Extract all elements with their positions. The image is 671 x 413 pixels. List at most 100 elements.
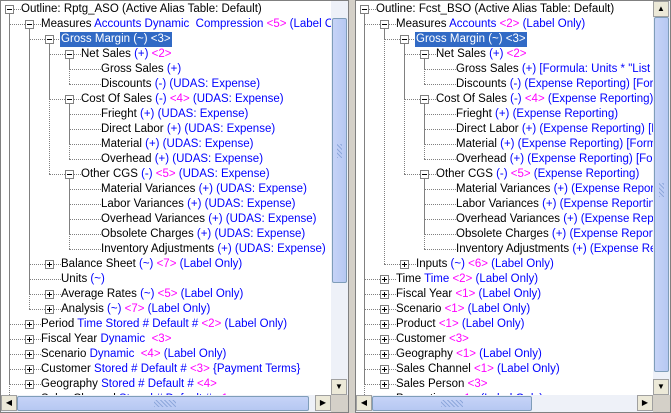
horizontal-scrollbar[interactable]: ◀ ▶ bbox=[1, 395, 331, 412]
scroll-right-button[interactable]: ▶ bbox=[637, 395, 653, 411]
expand-icon[interactable] bbox=[380, 320, 389, 329]
collapse-icon[interactable] bbox=[400, 35, 409, 44]
expand-icon[interactable] bbox=[25, 350, 34, 359]
tree-node[interactable]: Direct Labor (+) (UDAS: Expense) bbox=[1, 104, 331, 137]
scroll-down-button[interactable]: ▼ bbox=[653, 379, 669, 395]
tree-node[interactable]: Other CGS (-) <5> (Expense Reporting) bbox=[356, 44, 653, 182]
expand-icon[interactable] bbox=[380, 335, 389, 344]
node-label[interactable]: Other CGS (-) <5> (Expense Reporting) bbox=[435, 167, 640, 182]
node-label[interactable]: Customer Stored # Default # <3> {Payment… bbox=[40, 362, 301, 377]
expand-icon[interactable] bbox=[25, 320, 34, 329]
collapse-icon[interactable] bbox=[360, 5, 369, 14]
node-label[interactable]: Material Variances (+) (UDAS: Expense) bbox=[100, 182, 308, 197]
expand-icon[interactable] bbox=[380, 365, 389, 374]
node-label[interactable]: Other CGS (-) <5> (UDAS: Expense) bbox=[80, 167, 271, 182]
node-label[interactable]: Customer <3> bbox=[395, 332, 470, 347]
node-label[interactable]: Geography <1> (Label Only) bbox=[395, 347, 543, 362]
collapse-icon[interactable] bbox=[420, 170, 429, 179]
node-label[interactable]: Direct Labor (+) (UDAS: Expense) bbox=[100, 122, 276, 137]
node-label[interactable]: Material Variances (+) (Expense Reporti bbox=[455, 182, 653, 197]
node-label[interactable]: Obsolete Charges (+) (UDAS: Expense) bbox=[100, 227, 306, 242]
tree-node[interactable]: Sales Channel <1> (Label Only) bbox=[356, 14, 653, 377]
scroll-up-button[interactable]: ▲ bbox=[653, 1, 669, 17]
tree-node[interactable]: Scenario <1> (Label Only) bbox=[356, 14, 653, 317]
scroll-left-button[interactable]: ◀ bbox=[356, 395, 372, 411]
expand-icon[interactable] bbox=[45, 260, 54, 269]
scroll-thumb[interactable] bbox=[654, 17, 669, 372]
tree-node[interactable]: Labor Variances (+) (UDAS: Expense) bbox=[1, 179, 331, 212]
node-label[interactable]: Fiscal Year Dynamic <3> bbox=[40, 332, 172, 347]
tree-node[interactable]: Analysis (~) <7> (Label Only) bbox=[1, 29, 331, 317]
node-label[interactable]: Cost Of Sales (-) <4> (Expense Reporting… bbox=[435, 92, 653, 107]
node-label[interactable]: Time Time <2> (Label Only) bbox=[395, 272, 539, 287]
node-label[interactable]: Outline: Rptg_ASO (Active Alias Table: D… bbox=[20, 2, 263, 17]
tree-node[interactable]: Material (+) (UDAS: Expense) bbox=[1, 104, 331, 152]
tree-node[interactable]: Gross Margin (~) <3> bbox=[1, 29, 331, 47]
tree-node[interactable]: Obsolete Charges (+) (Expense Reportir bbox=[356, 179, 653, 242]
tree-node[interactable]: Geography Stored # Default # <4> bbox=[1, 14, 331, 392]
tree-node[interactable]: Frieght (+) (UDAS: Expense) bbox=[1, 104, 331, 122]
node-label[interactable]: Period Time Stored # Default # <2> (Labe… bbox=[40, 317, 288, 332]
tree-node[interactable]: Direct Labor (+) (Expense Reporting) [Fo bbox=[356, 104, 653, 137]
tree-node[interactable]: Gross Margin (~) <3> bbox=[356, 29, 653, 47]
expand-icon[interactable] bbox=[380, 350, 389, 359]
tree-node[interactable]: Fiscal Year Dynamic <3> bbox=[1, 14, 331, 347]
expand-icon[interactable] bbox=[25, 365, 34, 374]
node-label[interactable]: Inventory Adjustments (+) (UDAS: Expense… bbox=[100, 242, 327, 257]
collapse-icon[interactable] bbox=[65, 95, 74, 104]
tree-node[interactable]: Material Variances (+) (Expense Reporti bbox=[356, 179, 653, 197]
node-label[interactable]: Average Rates (~) <5> (Label Only) bbox=[60, 287, 244, 302]
collapse-icon[interactable] bbox=[25, 20, 34, 29]
tree-node[interactable]: Outline: Rptg_ASO (Active Alias Table: D… bbox=[1, 2, 331, 17]
tree-node[interactable]: Sales Person <3> bbox=[356, 14, 653, 392]
tree-node[interactable]: Inputs (~) <6> (Label Only) bbox=[356, 29, 653, 272]
tree-node[interactable]: Material Variances (+) (UDAS: Expense) bbox=[1, 179, 331, 197]
tree-node[interactable]: Inventory Adjustments (+) (UDAS: Expense… bbox=[1, 179, 331, 257]
node-label[interactable]: Net Sales (+) <2> bbox=[80, 47, 172, 62]
tree-node[interactable]: Inventory Adjustments (+) (Expense Rep bbox=[356, 179, 653, 257]
node-label[interactable]: Analysis (~) <7> (Label Only) bbox=[60, 302, 211, 317]
tree-node[interactable]: Discounts (-) (Expense Reporting) [Form bbox=[356, 59, 653, 92]
node-label[interactable]: Overhead Variances (+) (Expense Repo bbox=[455, 212, 653, 227]
tree-node[interactable]: Net Sales (+) <2> bbox=[356, 44, 653, 62]
node-label[interactable]: Scenario Dynamic <4> (Label Only) bbox=[40, 347, 227, 362]
node-label[interactable]: Overhead (+) (Expense Reporting) [Form bbox=[455, 152, 653, 167]
node-label[interactable]: Gross Sales (+) bbox=[100, 62, 182, 77]
tree-node[interactable]: Time Time <2> (Label Only) bbox=[356, 14, 653, 287]
expand-icon[interactable] bbox=[380, 290, 389, 299]
node-label[interactable]: Material (+) (Expense Reporting) [Formul bbox=[455, 137, 653, 152]
tree-node[interactable]: Frieght (+) (Expense Reporting) bbox=[356, 104, 653, 122]
tree-node[interactable]: Geography <1> (Label Only) bbox=[356, 14, 653, 362]
tree-node[interactable]: Overhead (+) (Expense Reporting) [Form bbox=[356, 104, 653, 167]
node-label[interactable]: Labor Variances (+) (UDAS: Expense) bbox=[100, 197, 296, 212]
tree-node[interactable]: Customer <3> bbox=[356, 14, 653, 347]
node-label[interactable]: Material (+) (UDAS: Expense) bbox=[100, 137, 254, 152]
horizontal-scrollbar[interactable]: ◀ ▶ bbox=[356, 395, 653, 412]
node-label[interactable]: Direct Labor (+) (Expense Reporting) [Fo bbox=[455, 122, 653, 137]
node-label[interactable]: Frieght (+) (Expense Reporting) bbox=[455, 107, 619, 122]
expand-icon[interactable] bbox=[45, 290, 54, 299]
tree-node[interactable]: Period Time Stored # Default # <2> (Labe… bbox=[1, 14, 331, 332]
collapse-icon[interactable] bbox=[65, 170, 74, 179]
expand-icon[interactable] bbox=[45, 305, 54, 314]
tree-node[interactable]: Measures Accounts <2> (Label Only) bbox=[356, 14, 653, 32]
collapse-icon[interactable] bbox=[5, 5, 14, 14]
node-label[interactable]: Frieght (+) (UDAS: Expense) bbox=[100, 107, 249, 122]
expand-icon[interactable] bbox=[400, 260, 409, 269]
tree-node[interactable]: Average Rates (~) <5> (Label Only) bbox=[1, 29, 331, 302]
node-label[interactable]: Scenario <1> (Label Only) bbox=[395, 302, 531, 317]
tree-node[interactable]: Material (+) (Expense Reporting) [Formul bbox=[356, 104, 653, 152]
collapse-icon[interactable] bbox=[45, 35, 54, 44]
tree-node[interactable]: Net Sales (+) <2> bbox=[1, 44, 331, 62]
tree-node[interactable]: Obsolete Charges (+) (UDAS: Expense) bbox=[1, 179, 331, 242]
node-label[interactable]: Inputs (~) <6> (Label Only) bbox=[415, 257, 555, 272]
node-label[interactable]: Discounts (-) (UDAS: Expense) bbox=[100, 77, 261, 92]
tree-node[interactable]: Balance Sheet (~) <7> (Label Only) bbox=[1, 29, 331, 272]
node-label[interactable]: Measures Accounts Dynamic Compression <5… bbox=[40, 17, 331, 32]
node-label[interactable]: Sales Channel <1> (Label Only) bbox=[395, 362, 561, 377]
node-label[interactable]: Overhead (+) (UDAS: Expense) bbox=[100, 152, 264, 167]
node-label[interactable]: Fiscal Year <1> (Label Only) bbox=[395, 287, 542, 302]
expand-icon[interactable] bbox=[25, 380, 34, 389]
node-label[interactable]: Outline: Fcst_BSO (Active Alias Table: D… bbox=[375, 2, 615, 17]
node-label[interactable]: Obsolete Charges (+) (Expense Reportir bbox=[455, 227, 653, 242]
